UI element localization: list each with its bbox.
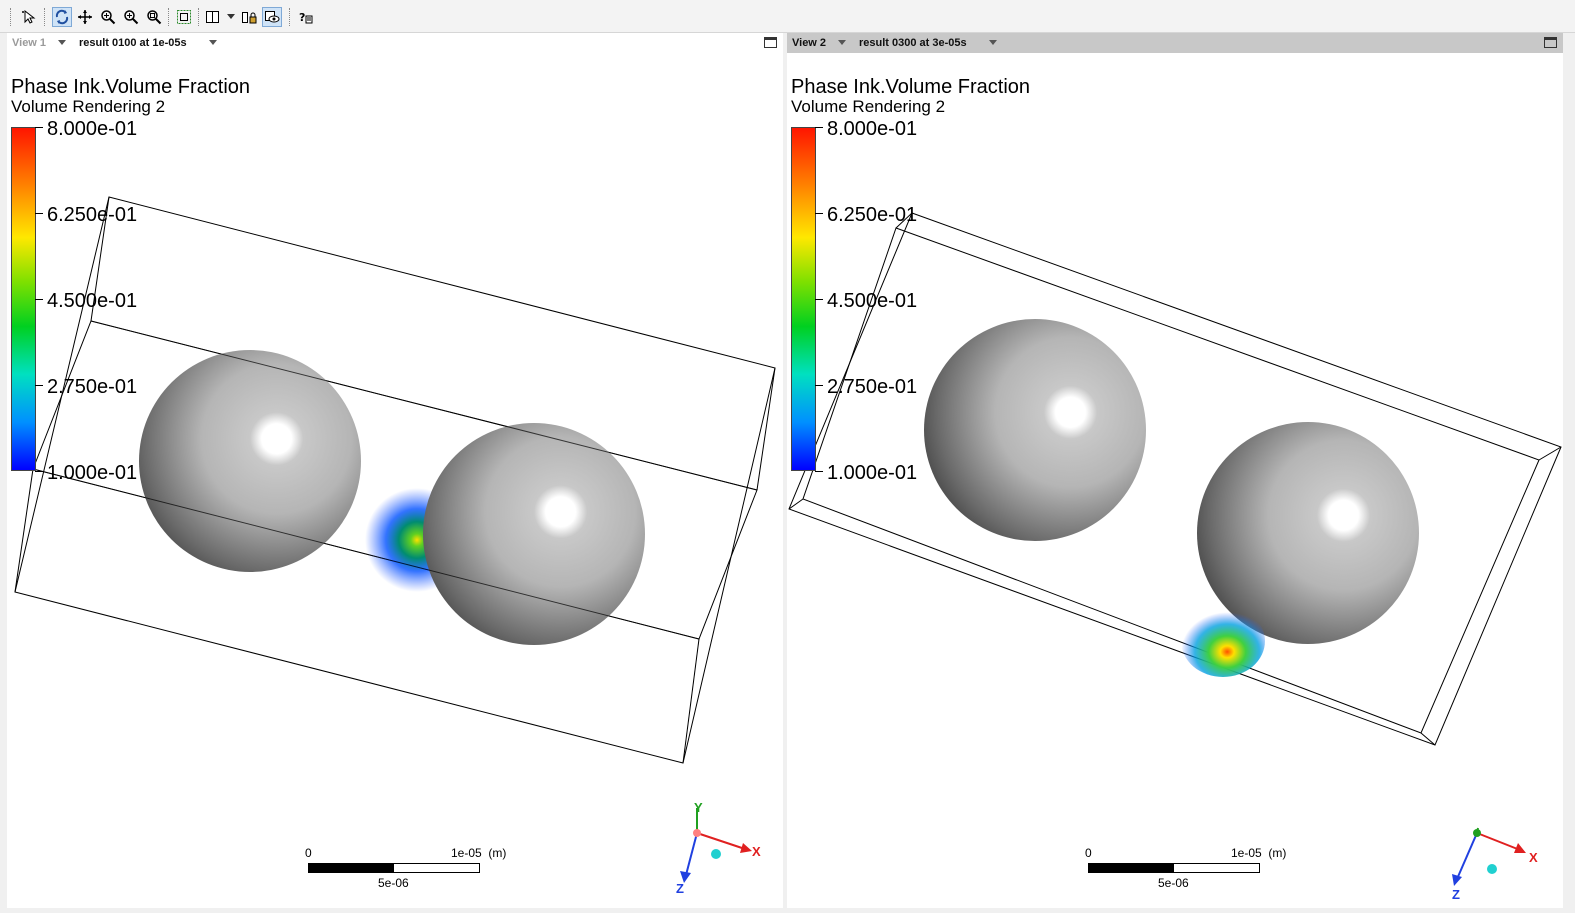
toolbar-separator [198, 8, 200, 26]
toolbar-separator [289, 8, 291, 26]
tick [35, 299, 43, 300]
colorbar [791, 127, 816, 471]
tick-label: 2.750e-01 [827, 376, 918, 398]
tick [815, 127, 823, 128]
scale-max-label: 1e-05 (m) [451, 846, 507, 860]
scale-bar [1088, 863, 1260, 873]
zoom-box-icon[interactable] [98, 7, 118, 27]
colorbar [11, 127, 36, 471]
tick [815, 213, 823, 214]
scale-mid-label: 5e-06 [1158, 876, 1189, 890]
zoom-icon[interactable] [121, 7, 141, 27]
tick [35, 471, 43, 472]
axis-triad: X Z [1452, 827, 1538, 902]
svg-text:X: X [752, 844, 761, 859]
viewport-layout-icon[interactable] [203, 7, 223, 27]
scale-zero-label: 0 [1085, 846, 1092, 860]
sphere [423, 423, 645, 645]
sphere [139, 350, 361, 572]
select-icon[interactable] [18, 7, 38, 27]
ink-droplet [1181, 605, 1265, 677]
toolbar-separator [44, 8, 46, 26]
scale-mid-label: 5e-06 [378, 876, 409, 890]
scale-bar [308, 863, 480, 873]
fit-view-icon[interactable] [174, 7, 194, 27]
axis-triad: X Y Z [676, 800, 761, 896]
sync-views-icon[interactable] [262, 7, 282, 27]
viewport-2[interactable]: View 2 result 0300 at 3e-05s X Z Phase I… [787, 33, 1563, 908]
lock-views-icon[interactable] [239, 7, 259, 27]
toolbar-grip[interactable] [10, 8, 12, 26]
legend-title: Phase Ink.Volume Fraction [791, 76, 1031, 98]
tick-label: 1.000e-01 [827, 462, 918, 484]
legend-subtitle: Volume Rendering 2 [11, 97, 166, 116]
tick-label: 6.250e-01 [47, 204, 138, 226]
tick-label: 4.500e-01 [47, 290, 138, 312]
help-icon[interactable]: ? [296, 7, 316, 27]
svg-text:Z: Z [1452, 887, 1460, 902]
scale-zero-label: 0 [305, 846, 312, 860]
svg-text:Z: Z [676, 881, 684, 896]
legend-subtitle: Volume Rendering 2 [791, 97, 946, 116]
tick-label: 8.000e-01 [827, 118, 918, 140]
tick [815, 299, 823, 300]
tick [35, 385, 43, 386]
toolbar: ? [0, 0, 1575, 33]
scale-max-label: 1e-05 (m) [1231, 846, 1287, 860]
pan-icon[interactable] [75, 7, 95, 27]
tick-label: 6.250e-01 [827, 204, 918, 226]
tick [815, 385, 823, 386]
tick [815, 471, 823, 472]
tick-label: 4.500e-01 [827, 290, 918, 312]
sphere [924, 319, 1146, 541]
zoom-fit-icon[interactable] [144, 7, 164, 27]
rotate-icon[interactable] [52, 7, 72, 27]
toolbar-separator [168, 8, 170, 26]
layout-dropdown-caret[interactable] [227, 14, 235, 19]
tick [35, 127, 43, 128]
svg-text:X: X [1529, 850, 1538, 865]
viewport-1[interactable]: View 1 result 0100 at 1e-05s X Y Z Phase… [7, 33, 783, 908]
legend-title: Phase Ink.Volume Fraction [11, 76, 251, 98]
tick-label: 8.000e-01 [47, 118, 138, 140]
tick-label: 1.000e-01 [47, 462, 138, 484]
tick-label: 2.750e-01 [47, 376, 138, 398]
svg-text:Y: Y [694, 800, 703, 815]
svg-text:?: ? [299, 11, 305, 24]
tick [35, 213, 43, 214]
